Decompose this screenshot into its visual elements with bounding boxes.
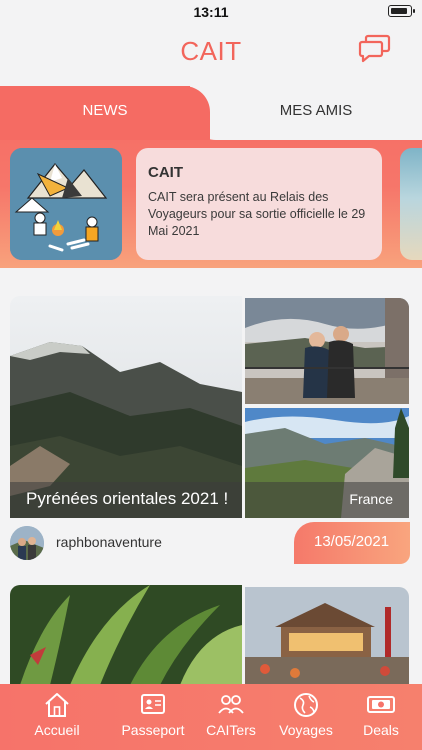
tab-news[interactable]: NEWS [0,86,210,140]
news-text: CAIT sera présent au Relais des Voyageur… [148,190,366,238]
nav-voyages[interactable]: Voyages [266,684,346,750]
passport-icon [141,694,165,714]
nav-label: Deals [363,722,399,738]
tab-label: NEWS [82,102,128,119]
trip-title: Pyrénées orientales 2021 ! [10,482,242,518]
nav-label: Voyages [279,722,333,738]
nav-deals[interactable]: Deals [341,684,421,750]
news-title: CAIT [148,164,183,181]
nav-passeport[interactable]: Passeport [113,684,193,750]
nav-label: Accueil [34,722,80,738]
bottom-nav: Accueil Passeport CAITers Voyages Deals [0,684,422,750]
battery-icon [388,5,415,17]
globe-icon [294,693,318,717]
status-bar: 13:11 [0,0,422,26]
trip-card[interactable]: Pyrénées orientales 2021 ! France raphbo… [10,296,410,564]
status-time: 13:11 [193,4,229,20]
trip-date-badge: 13/05/2021 [294,522,410,564]
home-icon [45,693,69,717]
news-card[interactable]: CAIT CAIT sera présent au Relais des Voy… [136,148,382,260]
trip-country: France [245,482,409,518]
people-icon [218,695,244,714]
nav-label: CAITers [206,722,256,738]
avatar[interactable] [10,526,44,560]
trip-photo-top-right [245,587,409,685]
trip-username[interactable]: raphbonaventure [56,534,162,550]
news-illustration[interactable] [10,148,122,260]
trip-photo-top-right [245,298,409,404]
nav-accueil[interactable]: Accueil [17,684,97,750]
banknote-icon [367,696,395,713]
trip-photo-main [10,585,242,685]
news-next-card[interactable] [400,148,422,260]
tab-label: MES AMIS [279,102,353,119]
trip-card[interactable] [10,585,410,685]
tab-mes-amis[interactable]: MES AMIS [190,86,422,140]
nav-label: Passeport [121,722,185,738]
chat-icon[interactable] [358,34,392,64]
nav-caiters[interactable]: CAITers [191,684,271,750]
